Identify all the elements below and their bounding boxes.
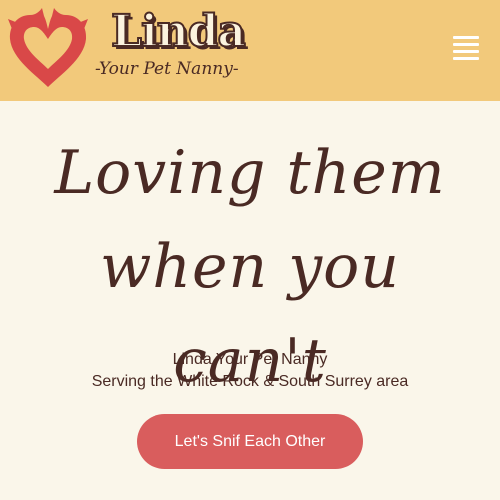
intro-text: Linda Your Pet Nanny Serving the White R… (0, 349, 500, 393)
hamburger-menu-icon[interactable] (451, 34, 481, 66)
brand-tagline: -Your Pet Nanny- (95, 59, 239, 79)
site-header: Linda -Your Pet Nanny- (0, 0, 500, 101)
hero-title-line-1: Loving them (54, 138, 446, 208)
heart-logo-icon[interactable] (6, 7, 90, 89)
cta-button[interactable]: Let's Snif Each Other (137, 414, 363, 469)
intro-line-1: Linda Your Pet Nanny (172, 351, 328, 368)
brand-name[interactable]: Linda (110, 5, 247, 58)
intro-line-2: Serving the White Rock & South Surrey ar… (91, 373, 409, 390)
